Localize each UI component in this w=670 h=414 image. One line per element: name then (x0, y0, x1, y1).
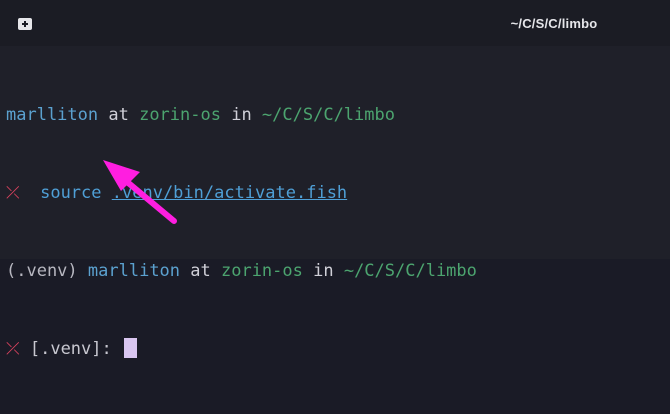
command-text: source (40, 183, 102, 203)
status-cross-icon: ⤫ (6, 183, 20, 203)
prompt-at: at (98, 105, 140, 125)
command-line: ⤫ source .venv/bin/activate.fish (6, 180, 670, 206)
prompt-line-2: (.venv) marlliton at zorin-os in ~/C/S/C… (6, 258, 670, 284)
new-tab-icon[interactable] (17, 16, 33, 32)
prompt-user-2: marlliton (87, 261, 181, 281)
venv-prompt: [.venv]: (29, 339, 112, 359)
prompt-host-2: zorin-os (220, 261, 303, 281)
prompt-in-2: in (302, 261, 344, 281)
terminal-output[interactable]: marlliton at zorin-os in ~/C/S/C/limbo ⤫… (6, 50, 670, 414)
status-cross-icon-2: ⤫ (6, 339, 20, 359)
prompt-line-1: marlliton at zorin-os in ~/C/S/C/limbo (6, 102, 670, 128)
prompt-at-2: at (180, 261, 221, 281)
prompt-host: zorin-os (139, 105, 221, 125)
venv-indicator: (.venv) (6, 261, 78, 281)
command-argument: .venv/bin/activate.fish (111, 183, 348, 203)
input-line[interactable]: ⤫ [.venv]: (6, 336, 670, 362)
text-cursor[interactable] (124, 338, 137, 358)
prompt-path: ~/C/S/C/limbo (261, 105, 395, 125)
prompt-path-2: ~/C/S/C/limbo (343, 261, 477, 281)
window-title: ~/C/S/C/limbo (510, 16, 598, 31)
terminal-window: ~/C/S/C/limbo marlliton at zorin-os in ~… (0, 0, 670, 359)
titlebar: ~/C/S/C/limbo (0, 0, 670, 46)
prompt-user: marlliton (6, 105, 99, 125)
prompt-in: in (220, 105, 262, 125)
